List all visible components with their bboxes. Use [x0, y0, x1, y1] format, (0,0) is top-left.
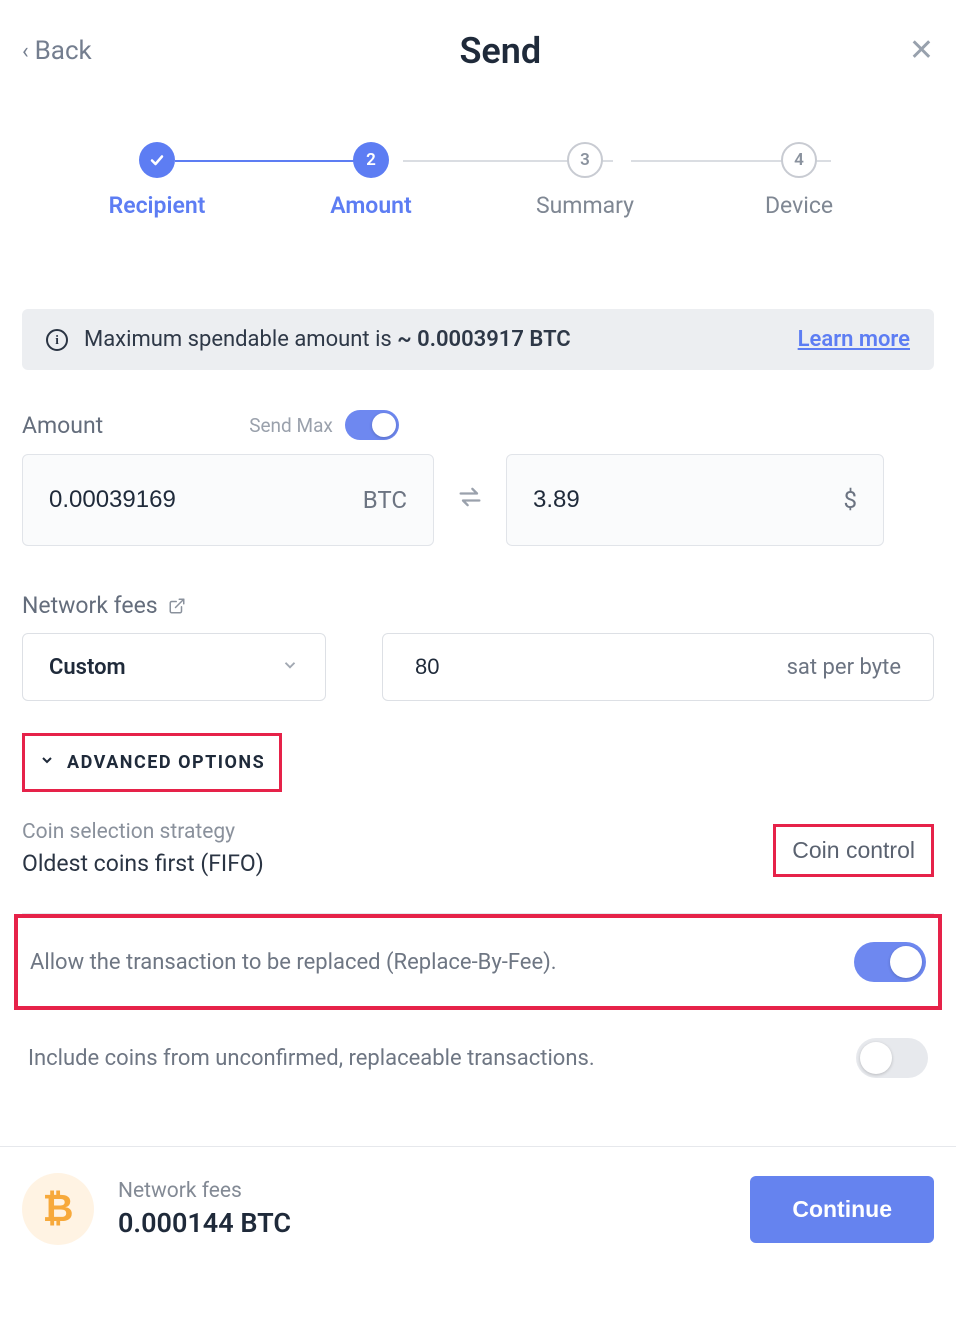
rbf-label: Allow the transaction to be replaced (Re…: [30, 950, 557, 975]
unconfirmed-label: Include coins from unconfirmed, replacea…: [28, 1046, 595, 1071]
unconfirmed-toggle[interactable]: [856, 1038, 928, 1078]
network-fees-label: Network fees: [22, 592, 158, 619]
bitcoin-icon: ₿: [22, 1173, 94, 1245]
back-label: Back: [35, 36, 92, 66]
step-badge: 3: [567, 142, 603, 178]
amount-crypto-input[interactable]: BTC: [22, 454, 434, 546]
step-amount[interactable]: 2 Amount: [291, 142, 451, 219]
step-recipient[interactable]: Recipient: [77, 142, 237, 219]
step-label: Recipient: [109, 192, 206, 219]
external-link-icon[interactable]: [168, 597, 186, 615]
close-icon: ✕: [909, 33, 934, 68]
advanced-options-toggle[interactable]: ADVANCED OPTIONS: [22, 733, 282, 792]
rbf-row: Allow the transaction to be replaced (Re…: [14, 914, 942, 1010]
stepper: Recipient 2 Amount 3 Summary 4 Device: [77, 142, 879, 219]
amount-label: Amount: [22, 412, 103, 439]
check-icon: [139, 142, 175, 178]
step-device[interactable]: 4 Device: [719, 142, 879, 219]
back-button[interactable]: ‹ Back: [22, 36, 92, 66]
fee-level-select[interactable]: Custom: [22, 633, 326, 701]
max-spendable-text: Maximum spendable amount is ~ 0.0003917 …: [84, 327, 571, 352]
rbf-toggle[interactable]: [854, 942, 926, 982]
fiat-unit: $: [844, 486, 858, 514]
send-max-toggle[interactable]: [345, 410, 399, 440]
footer-fees-label: Network fees: [118, 1179, 291, 1203]
step-summary[interactable]: 3 Summary: [505, 142, 665, 219]
chevron-down-icon: [39, 752, 55, 773]
step-label: Amount: [330, 192, 411, 219]
fee-rate-field[interactable]: [415, 654, 515, 680]
unconfirmed-row: Include coins from unconfirmed, replacea…: [22, 1010, 934, 1106]
continue-button[interactable]: Continue: [750, 1176, 934, 1243]
close-button[interactable]: ✕: [909, 36, 934, 66]
coin-control-button[interactable]: Coin control: [773, 824, 934, 877]
chevron-down-icon: [281, 656, 299, 678]
info-icon: i: [46, 329, 68, 351]
step-label: Device: [765, 192, 833, 219]
crypto-unit: BTC: [363, 486, 407, 514]
step-badge: 4: [781, 142, 817, 178]
step-label: Summary: [536, 192, 634, 219]
fee-level-value: Custom: [49, 655, 126, 680]
send-max-label: Send Max: [249, 414, 333, 437]
learn-more-link[interactable]: Learn more: [798, 327, 910, 352]
fee-rate-input[interactable]: sat per byte: [382, 633, 934, 701]
coin-strategy-label: Coin selection strategy: [22, 820, 264, 844]
amount-fiat-field[interactable]: [533, 486, 727, 514]
advanced-options-label: ADVANCED OPTIONS: [67, 752, 265, 773]
max-spendable-banner: i Maximum spendable amount is ~ 0.000391…: [22, 309, 934, 370]
footer-fees-value: 0.000144 BTC: [118, 1207, 291, 1239]
fee-rate-unit: sat per byte: [787, 655, 901, 680]
chevron-left-icon: ‹: [22, 39, 29, 64]
footer: ₿ Network fees 0.000144 BTC Continue: [0, 1147, 956, 1275]
step-badge: 2: [353, 142, 389, 178]
amount-fiat-input[interactable]: $: [506, 454, 884, 546]
coin-strategy-value: Oldest coins first (FIFO): [22, 850, 264, 877]
page-title: Send: [459, 30, 541, 72]
amount-crypto-field[interactable]: [49, 486, 264, 514]
swap-icon[interactable]: [456, 483, 484, 517]
